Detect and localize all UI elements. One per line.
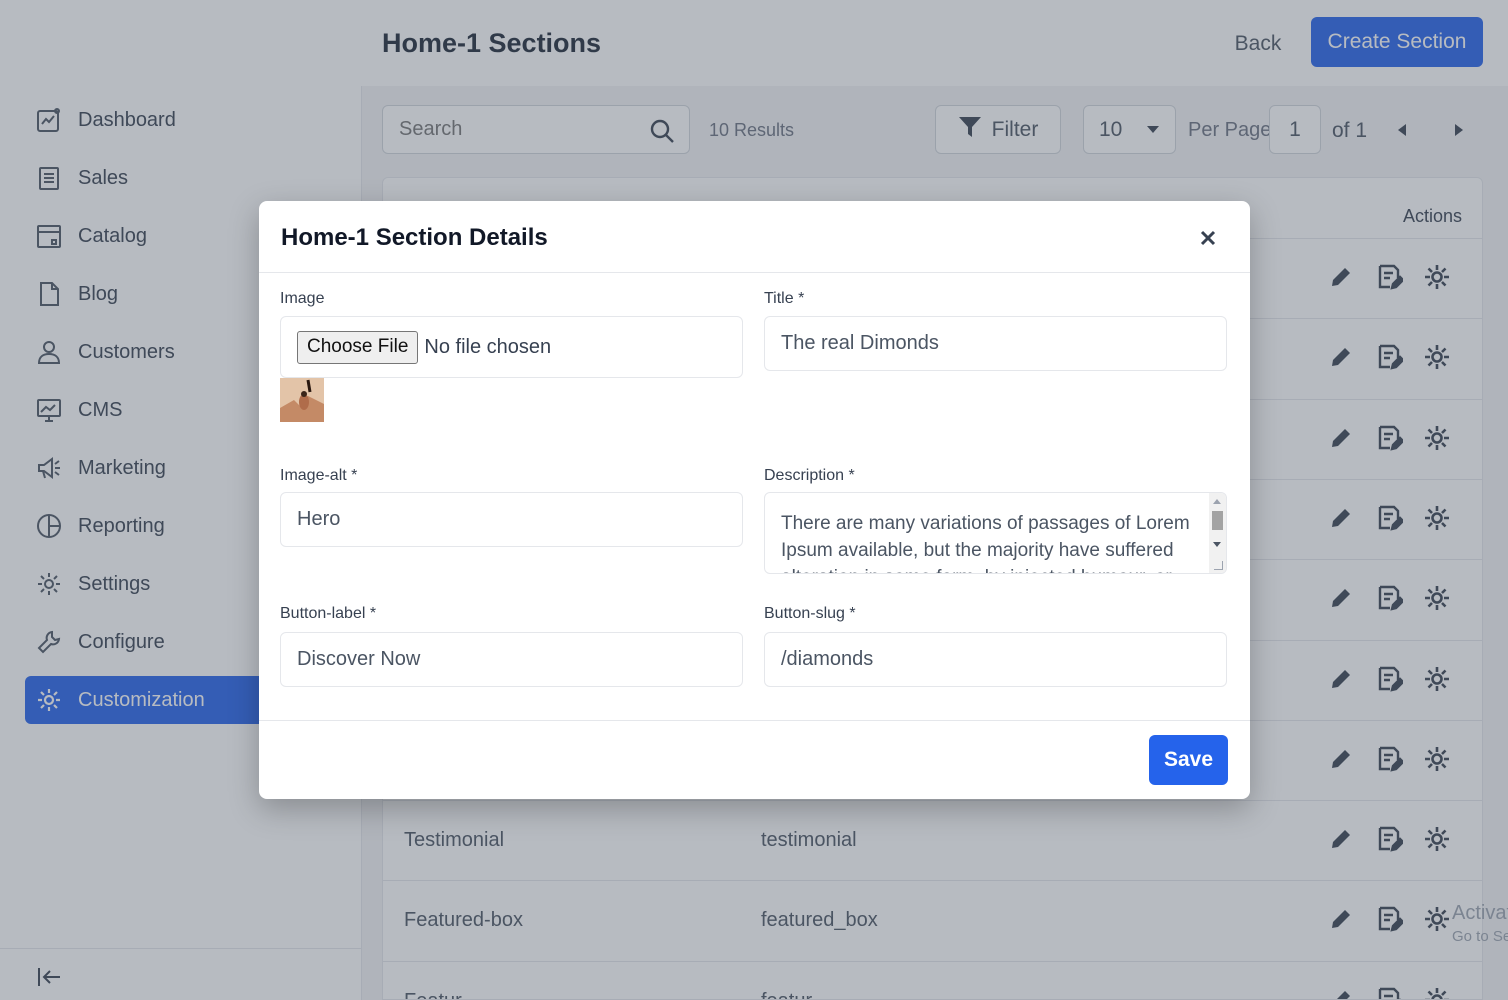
section-details-modal: Home-1 Section Details Image Choose File… [259,201,1250,799]
scroll-up-icon[interactable] [1213,499,1221,504]
scroll-down-icon[interactable] [1213,542,1221,547]
image-thumbnail [280,378,324,422]
no-file-text: No file chosen [424,335,552,358]
modal-title: Home-1 Section Details [281,224,548,251]
scroll-thumb[interactable] [1212,511,1223,530]
choose-file-button[interactable]: Choose File [297,330,419,364]
image-file-input[interactable]: Choose File No file chosen [280,316,743,378]
image-alt-field [280,492,743,547]
description-label: Description * [764,467,855,484]
button-label-field [280,632,743,687]
resize-handle-icon[interactable] [1214,561,1223,570]
modal-footer-divider [259,720,1250,721]
button-slug-input[interactable] [765,633,1226,686]
title-label: Title * [764,290,805,307]
close-icon[interactable] [1193,223,1223,253]
button-slug-label: Button-slug * [764,605,856,622]
description-textarea[interactable]: There are many variations of passages of… [764,492,1227,574]
button-label-input[interactable] [281,633,742,686]
save-button[interactable]: Save [1149,735,1228,785]
title-field [764,316,1227,371]
title-input[interactable] [765,317,1226,370]
button-label-label: Button-label * [280,605,377,622]
modal-header: Home-1 Section Details [259,201,1250,273]
image-alt-label: Image-alt * [280,467,358,484]
image-label: Image [280,290,325,307]
button-slug-field [764,632,1227,687]
description-text: There are many variations of passages of… [781,513,1190,573]
image-alt-input[interactable] [281,493,742,546]
